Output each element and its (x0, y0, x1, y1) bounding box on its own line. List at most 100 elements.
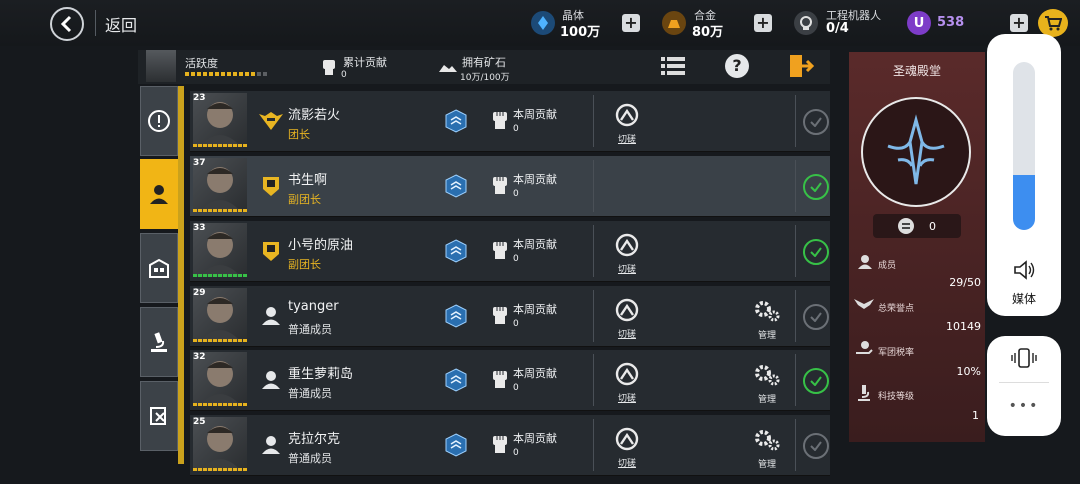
add-premium-button[interactable]: + (1010, 14, 1028, 32)
tax-value: 10% (956, 365, 981, 378)
spar-button[interactable]: 切磋 (614, 427, 640, 469)
rank-hex-icon (445, 368, 467, 392)
spar-button[interactable]: 切磋 (614, 362, 640, 404)
battle-card-icon (150, 407, 166, 425)
more-options-icon[interactable]: ••• (987, 398, 1061, 414)
robot-value: 0/4 (826, 21, 849, 36)
activity-label: 活跃度 (185, 57, 218, 70)
divider (795, 95, 796, 147)
member-role: 普通成员 (288, 323, 332, 336)
members-icon (858, 255, 872, 269)
weekly-contribution-value: 0 (513, 383, 519, 393)
crystal-icon (531, 11, 555, 35)
member-row[interactable]: 37 书生啊 副团长 本周贡献 0 (190, 156, 830, 217)
offline-status-icon (803, 304, 829, 330)
weekly-contribution-value: 0 (513, 448, 519, 458)
tab-info[interactable] (140, 86, 178, 156)
help-button[interactable]: ? (719, 52, 755, 80)
list-icon (661, 57, 685, 75)
member-hp-bar (193, 209, 247, 212)
online-status-icon (803, 174, 829, 200)
member-role: 副团长 (288, 258, 321, 271)
divider (795, 290, 796, 342)
rank-hex-icon (445, 304, 467, 328)
add-alloy-button[interactable]: + (754, 14, 772, 32)
legion-emblem[interactable] (861, 97, 971, 207)
volume-panel: 媒体 (987, 34, 1061, 316)
member-role: 副团长 (288, 193, 321, 206)
total-contribution-value: 0 (341, 70, 347, 80)
legion-info-bar: 活跃度 累计贡献 0 拥有矿石 10万/100万 ? (138, 50, 830, 84)
tax-hand-icon (856, 341, 873, 354)
tech-value: 1 (972, 409, 979, 422)
member-row[interactable]: 32 重生萝莉岛 普通成员 本周贡献 0 切磋 管理 (190, 350, 830, 411)
back-label[interactable]: 返回 (105, 12, 137, 36)
building-icon (149, 258, 169, 278)
divider (795, 419, 796, 471)
member-row[interactable]: 25 克拉尔克 普通成员 本周贡献 0 切磋 管理 (190, 415, 830, 476)
tab-members[interactable] (140, 159, 178, 229)
shop-cart-button[interactable] (1038, 9, 1068, 37)
member-row[interactable]: 23 流影若火 团长 本周贡献 0 切磋 (190, 91, 830, 152)
volume-slider[interactable] (1013, 62, 1035, 230)
spar-icon (615, 103, 639, 127)
tab-battle[interactable] (140, 381, 178, 451)
tab-research[interactable] (140, 307, 178, 377)
alloy-icon (662, 11, 686, 35)
spar-button[interactable]: 切磋 (614, 298, 640, 340)
vibrate-icon[interactable] (1011, 347, 1037, 369)
person-icon (258, 304, 284, 328)
manage-button[interactable]: 管理 (750, 427, 784, 470)
member-name: tyanger (288, 299, 339, 314)
gears-icon (755, 430, 780, 451)
ore-icon (439, 65, 457, 72)
member-level: 37 (193, 158, 206, 168)
shield-fist-rank-icon (258, 174, 284, 198)
rank-hex-icon (445, 433, 467, 457)
spar-button[interactable]: 切磋 (614, 233, 640, 275)
member-row[interactable]: 33 小号的原油 副团长 本周贡献 0 切磋 (190, 221, 830, 282)
manage-label: 管理 (757, 331, 776, 341)
volume-label: 媒体 (1011, 292, 1036, 306)
rank-hex-icon (445, 174, 467, 198)
alloy-value: 80万 (692, 25, 724, 40)
tab-buildings[interactable] (140, 233, 178, 303)
exit-door-icon (790, 55, 814, 77)
member-hp-bar (193, 339, 247, 342)
weekly-contribution-label: 本周贡献 (513, 367, 557, 380)
divider (593, 354, 594, 406)
trident-emblem-icon (887, 114, 945, 185)
member-hp-bar (193, 144, 247, 147)
weekly-contribution-label: 本周贡献 (513, 238, 557, 251)
add-crystal-button[interactable]: + (622, 14, 640, 32)
member-level: 29 (193, 288, 206, 298)
manage-button[interactable]: 管理 (750, 298, 784, 341)
manage-label: 管理 (757, 395, 776, 405)
exit-legion-button[interactable] (783, 52, 819, 80)
person-icon (258, 368, 284, 392)
activity-bar (185, 72, 267, 76)
player-avatar[interactable] (146, 50, 176, 82)
divider (795, 160, 796, 212)
divider (593, 95, 594, 147)
back-button[interactable] (50, 7, 84, 41)
member-row[interactable]: 29 tyanger 普通成员 本周贡献 0 切磋 管理 (190, 286, 830, 347)
tab-rail (178, 86, 184, 464)
spar-label: 切磋 (617, 265, 636, 275)
spar-label: 切磋 (617, 330, 636, 340)
manage-button[interactable]: 管理 (750, 362, 784, 405)
spar-icon (615, 298, 639, 322)
spar-icon (615, 427, 639, 451)
rank-hex-icon (445, 109, 467, 133)
emblem-score-box (873, 214, 961, 238)
spar-icon (615, 233, 639, 257)
member-level: 32 (193, 352, 206, 362)
emblem-value: 0 (929, 220, 936, 233)
fist-icon (493, 371, 507, 388)
tech-label: 科技等级 (878, 392, 915, 402)
divider (795, 225, 796, 277)
alert-circle-icon (148, 110, 170, 132)
offline-status-icon (803, 433, 829, 459)
list-button[interactable] (655, 52, 691, 80)
spar-button[interactable]: 切磋 (614, 103, 640, 145)
